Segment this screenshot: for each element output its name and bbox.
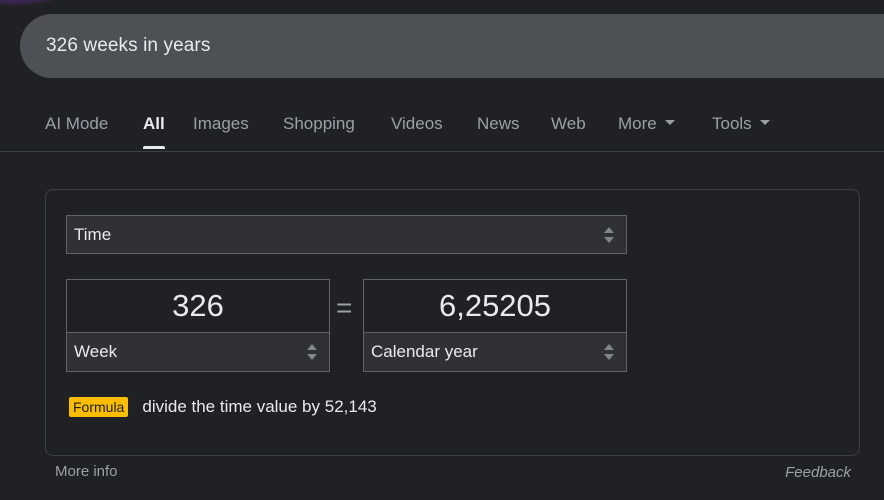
unit-converter-card: Time 326 Week = 6,25205 Calendar year Fo… (45, 189, 860, 456)
select-arrows-icon (604, 226, 614, 243)
tab-more[interactable]: More (618, 114, 675, 134)
to-unit-select[interactable]: Calendar year (363, 332, 627, 372)
from-value-input[interactable]: 326 (67, 280, 329, 332)
from-unit-value: Week (74, 342, 118, 361)
caret-down-icon (664, 120, 675, 126)
to-value-input[interactable]: 6,25205 (364, 280, 626, 332)
feedback-link[interactable]: Feedback (785, 464, 851, 481)
to-unit-group: 6,25205 Calendar year (363, 279, 627, 372)
select-arrows-icon (604, 344, 614, 360)
tab-tools[interactable]: Tools (712, 114, 770, 134)
search-results-page: 326 weeks in years AI Mode All Images Sh… (0, 0, 884, 500)
tab-ai-mode[interactable]: AI Mode (45, 114, 108, 134)
search-query[interactable]: 326 weeks in years (46, 35, 210, 57)
from-unit-select[interactable]: Week (66, 332, 330, 372)
tab-images[interactable]: Images (193, 114, 249, 134)
more-info-link[interactable]: More info (55, 463, 118, 480)
tab-videos[interactable]: Videos (391, 114, 443, 134)
formula-row: Formula divide the time value by 52,143 (69, 397, 377, 417)
from-unit-group: 326 Week (66, 279, 330, 372)
decorative-glow (0, 0, 70, 6)
category-select[interactable]: Time (66, 215, 627, 254)
caret-down-icon (759, 120, 770, 126)
formula-text: divide the time value by 52,143 (142, 397, 377, 416)
tab-shopping[interactable]: Shopping (283, 114, 355, 134)
tab-all[interactable]: All (143, 114, 165, 149)
tab-news[interactable]: News (477, 114, 520, 134)
search-bar[interactable]: 326 weeks in years (20, 14, 884, 78)
tab-web[interactable]: Web (551, 114, 586, 134)
tab-more-label: More (618, 114, 657, 133)
category-select-value: Time (74, 224, 112, 244)
to-unit-value: Calendar year (371, 342, 478, 361)
search-tabs: AI Mode All Images Shopping Videos News … (0, 100, 884, 152)
select-arrows-icon (307, 344, 317, 360)
tab-tools-label: Tools (712, 114, 752, 133)
equals-sign: = (336, 292, 353, 323)
formula-badge: Formula (69, 397, 129, 417)
